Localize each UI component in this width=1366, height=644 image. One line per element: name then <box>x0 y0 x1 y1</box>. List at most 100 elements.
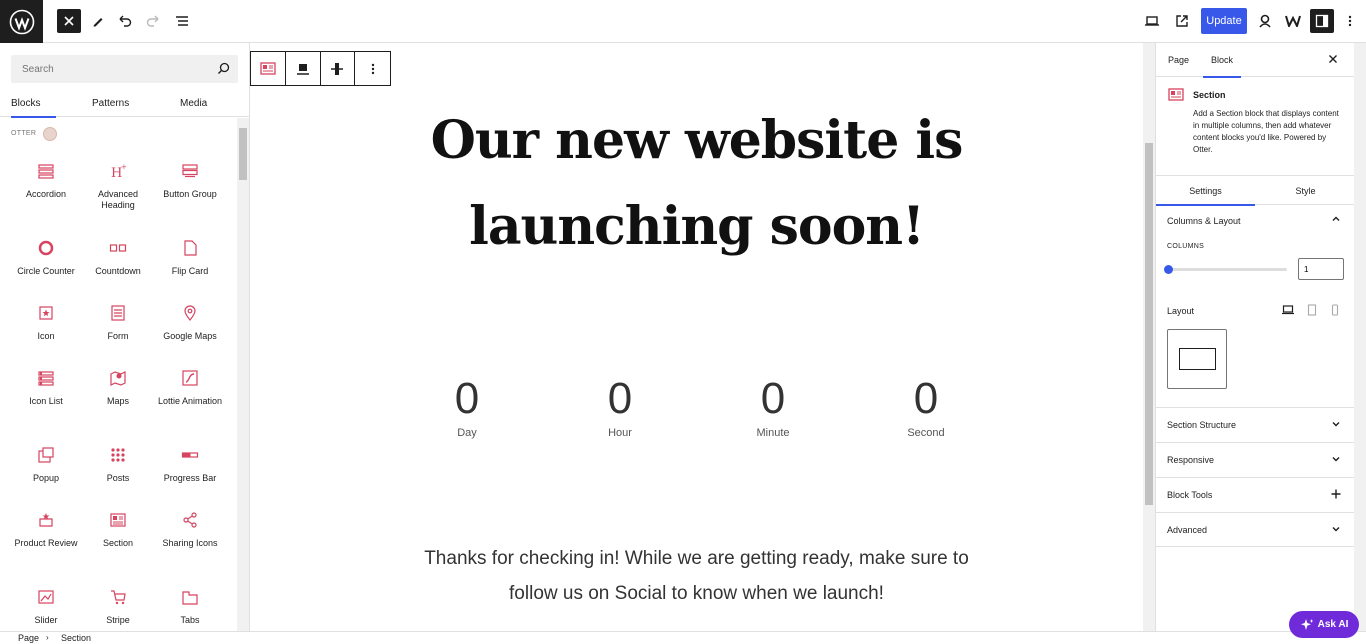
icon-block-icon <box>36 303 56 323</box>
block-item-label: Section <box>102 538 134 548</box>
desktop-icon <box>1145 16 1159 26</box>
countdown-value: 0 <box>760 374 786 423</box>
breadcrumb-section[interactable]: Section <box>61 633 91 643</box>
preview-device-button[interactable] <box>1140 9 1164 33</box>
ask-ai-label: Ask AI <box>1317 619 1349 630</box>
thanks-paragraph[interactable]: Thanks for checking in! While we are get… <box>390 541 1003 611</box>
block-item[interactable]: Progress Bar <box>154 445 226 484</box>
panel-responsive[interactable]: Responsive <box>1156 442 1354 477</box>
countdown-value: 0 <box>454 374 480 423</box>
canvas-scrollbar[interactable] <box>1143 43 1155 631</box>
thanks-line-1: Thanks for checking in! While we are get… <box>424 548 969 569</box>
layout-option-single[interactable] <box>1167 329 1227 389</box>
more-vertical-icon <box>371 63 374 74</box>
block-item-label: Progress Bar <box>163 473 217 483</box>
search-input[interactable] <box>11 55 191 83</box>
section-icon <box>260 62 276 75</box>
countdown-hour: 0 Hour <box>560 373 680 439</box>
plugin-avatar-button[interactable] <box>1253 9 1277 33</box>
wordpress-icon <box>9 9 34 34</box>
section-icon <box>1168 88 1184 105</box>
scrollbar-thumb[interactable] <box>239 128 247 180</box>
block-item-label: Accordion <box>25 189 67 199</box>
chevron-up-icon[interactable] <box>1330 213 1342 229</box>
block-item[interactable]: Icon <box>10 303 82 342</box>
panel-section-structure[interactable]: Section Structure <box>1156 407 1354 442</box>
lottie-icon <box>180 368 200 388</box>
block-options-button[interactable] <box>355 52 390 85</box>
close-inserter-button[interactable] <box>57 9 81 33</box>
panel-label: Advanced <box>1167 525 1208 535</box>
document-overview-button[interactable] <box>170 9 194 33</box>
scrollbar-thumb[interactable] <box>1145 143 1153 505</box>
block-type-button[interactable] <box>251 52 286 85</box>
block-item[interactable]: Google Maps <box>154 303 226 342</box>
wordpress-logo-button[interactable] <box>0 0 43 43</box>
close-sidebar-button[interactable] <box>1328 53 1338 68</box>
block-item[interactable]: Button Group <box>154 161 226 200</box>
countdown-second: 0 Second <box>866 373 986 439</box>
block-item[interactable]: Accordion <box>10 161 82 200</box>
columns-input[interactable] <box>1298 258 1344 280</box>
slider-icon <box>36 587 56 607</box>
block-item[interactable]: H + Advanced Heading <box>82 161 154 211</box>
block-item[interactable]: Posts <box>82 445 154 484</box>
tab-patterns[interactable]: Patterns <box>92 90 129 117</box>
align-button[interactable] <box>286 52 321 85</box>
countdown-label: Hour <box>608 427 632 439</box>
otter-plugin-button[interactable] <box>1281 9 1305 33</box>
tab-style[interactable]: Style <box>1256 176 1354 205</box>
view-page-button[interactable] <box>1170 9 1194 33</box>
tools-button[interactable] <box>86 9 110 33</box>
tabs-icon <box>180 587 200 607</box>
block-item[interactable]: Maps <box>82 368 154 407</box>
block-item[interactable]: Popup <box>10 445 82 484</box>
settings-toggle-button[interactable] <box>1310 9 1334 33</box>
block-card: Section Add a Section block that display… <box>1156 78 1354 176</box>
vertical-align-button[interactable] <box>321 52 356 85</box>
block-item[interactable]: Slider <box>10 587 82 626</box>
block-item[interactable]: Form <box>82 303 154 342</box>
columns-slider-thumb[interactable] <box>1164 265 1173 274</box>
inserter-scrollbar[interactable] <box>237 118 249 631</box>
pencil-icon <box>93 18 103 27</box>
countdown-block[interactable]: 0 Day 0 Hour 0 Minute 0 Second <box>250 373 1143 453</box>
block-item[interactable]: Lottie Animation <box>154 368 226 407</box>
ask-ai-button[interactable]: Ask AI <box>1289 611 1359 638</box>
countdown-minute: 0 Minute <box>713 373 833 439</box>
external-link-icon <box>1176 15 1188 27</box>
close-icon <box>1329 55 1337 63</box>
block-item[interactable]: Section <box>82 510 154 549</box>
block-item[interactable]: Tabs <box>154 587 226 626</box>
desktop-icon[interactable] <box>1281 304 1295 320</box>
update-button[interactable]: Update <box>1201 8 1247 34</box>
breadcrumb-page[interactable]: Page <box>18 633 39 643</box>
tab-block[interactable]: Block <box>1202 43 1242 78</box>
columns-layout-heading[interactable]: Columns & Layout <box>1167 216 1241 226</box>
block-item-label: Form <box>107 331 129 341</box>
options-menu-button[interactable] <box>1338 9 1362 33</box>
block-item[interactable]: Flip Card <box>154 238 226 277</box>
undo-button[interactable] <box>113 9 137 33</box>
panel-advanced[interactable]: Advanced <box>1156 512 1354 547</box>
mobile-icon[interactable] <box>1330 304 1340 320</box>
tab-settings[interactable]: Settings <box>1156 176 1255 206</box>
block-item[interactable]: Circle Counter <box>10 238 82 277</box>
panel-block-tools[interactable]: Block Tools <box>1156 477 1354 512</box>
tab-blocks[interactable]: Blocks <box>11 90 57 118</box>
page-headline[interactable]: Our new website is launching soon! <box>250 98 1143 270</box>
map-pin-icon <box>180 303 200 323</box>
block-item[interactable]: Icon List <box>10 368 82 407</box>
tab-page[interactable]: Page <box>1168 43 1189 77</box>
cart-icon <box>108 587 128 607</box>
block-item[interactable]: Stripe <box>82 587 154 626</box>
block-item[interactable]: Countdown <box>82 238 154 277</box>
redo-button[interactable] <box>141 9 165 33</box>
tablet-icon[interactable] <box>1306 304 1318 320</box>
sidebar-scrollbar[interactable] <box>1354 43 1366 631</box>
block-item[interactable]: Sharing Icons <box>154 510 226 549</box>
block-item[interactable]: Product Review <box>10 510 82 549</box>
columns-slider-track[interactable] <box>1167 268 1287 271</box>
search-icon <box>218 62 230 74</box>
tab-media[interactable]: Media <box>180 90 207 117</box>
